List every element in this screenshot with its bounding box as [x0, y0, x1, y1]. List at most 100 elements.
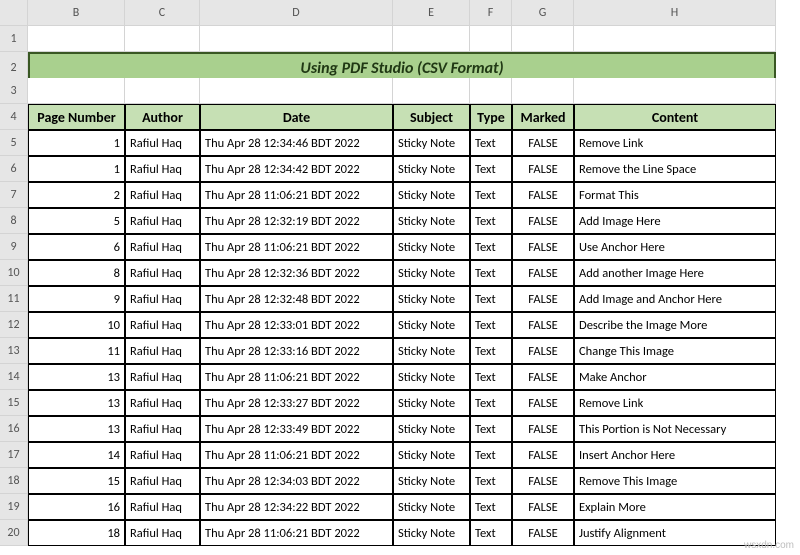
cell-marked[interactable]: FALSE: [512, 520, 574, 546]
cell-content[interactable]: Add Image Here: [574, 208, 776, 234]
cell-author[interactable]: Rafiul Haq: [125, 520, 200, 546]
cell-type[interactable]: Text: [470, 494, 512, 520]
cell-subject[interactable]: Sticky Note: [393, 156, 470, 182]
cell-page[interactable]: 14: [28, 442, 125, 468]
row-header-4[interactable]: 4: [0, 104, 28, 130]
cell-marked[interactable]: FALSE: [512, 364, 574, 390]
cell-page[interactable]: 13: [28, 416, 125, 442]
row-header-1[interactable]: 1: [0, 26, 28, 52]
cell-author[interactable]: Rafiul Haq: [125, 234, 200, 260]
cell-content[interactable]: Use Anchor Here: [574, 234, 776, 260]
cell-date[interactable]: Thu Apr 28 12:33:27 BDT 2022: [200, 390, 393, 416]
cell-page[interactable]: 8: [28, 260, 125, 286]
cell-page[interactable]: 5: [28, 208, 125, 234]
empty-cell[interactable]: [125, 78, 200, 104]
cell-marked[interactable]: FALSE: [512, 182, 574, 208]
cell-author[interactable]: Rafiul Haq: [125, 156, 200, 182]
row-header-19[interactable]: 19: [0, 494, 28, 520]
cell-content[interactable]: Remove Link: [574, 130, 776, 156]
cell-subject[interactable]: Sticky Note: [393, 130, 470, 156]
cell-author[interactable]: Rafiul Haq: [125, 416, 200, 442]
row-header-6[interactable]: 6: [0, 156, 28, 182]
cell-marked[interactable]: FALSE: [512, 208, 574, 234]
row-header-12[interactable]: 12: [0, 312, 28, 338]
row-header-10[interactable]: 10: [0, 260, 28, 286]
empty-cell[interactable]: [28, 26, 125, 52]
cell-marked[interactable]: FALSE: [512, 234, 574, 260]
cell-marked[interactable]: FALSE: [512, 390, 574, 416]
cell-date[interactable]: Thu Apr 28 12:33:49 BDT 2022: [200, 416, 393, 442]
cell-author[interactable]: Rafiul Haq: [125, 286, 200, 312]
cell-date[interactable]: Thu Apr 28 12:33:01 BDT 2022: [200, 312, 393, 338]
cell-marked[interactable]: FALSE: [512, 416, 574, 442]
empty-cell[interactable]: [200, 78, 393, 104]
cell-type[interactable]: Text: [470, 130, 512, 156]
cell-subject[interactable]: Sticky Note: [393, 416, 470, 442]
row-header-8[interactable]: 8: [0, 208, 28, 234]
cell-page[interactable]: 16: [28, 494, 125, 520]
cell-date[interactable]: Thu Apr 28 12:32:19 BDT 2022: [200, 208, 393, 234]
table-header-type[interactable]: Type: [470, 104, 512, 130]
cell-marked[interactable]: FALSE: [512, 156, 574, 182]
cell-content[interactable]: This Portion is Not Necessary: [574, 416, 776, 442]
cell-author[interactable]: Rafiul Haq: [125, 338, 200, 364]
cell-subject[interactable]: Sticky Note: [393, 260, 470, 286]
cell-page[interactable]: 10: [28, 312, 125, 338]
cell-marked[interactable]: FALSE: [512, 312, 574, 338]
cell-type[interactable]: Text: [470, 390, 512, 416]
select-all-corner[interactable]: [0, 0, 28, 26]
table-header-content[interactable]: Content: [574, 104, 776, 130]
cell-content[interactable]: Add another Image Here: [574, 260, 776, 286]
cell-date[interactable]: Thu Apr 28 12:34:42 BDT 2022: [200, 156, 393, 182]
cell-marked[interactable]: FALSE: [512, 286, 574, 312]
cell-type[interactable]: Text: [470, 260, 512, 286]
cell-date[interactable]: Thu Apr 28 11:06:21 BDT 2022: [200, 520, 393, 546]
cell-subject[interactable]: Sticky Note: [393, 338, 470, 364]
cell-type[interactable]: Text: [470, 338, 512, 364]
cell-page[interactable]: 15: [28, 468, 125, 494]
cell-type[interactable]: Text: [470, 520, 512, 546]
empty-cell[interactable]: [574, 78, 776, 104]
table-header-author[interactable]: Author: [125, 104, 200, 130]
column-header-H[interactable]: H: [574, 0, 776, 26]
cell-date[interactable]: Thu Apr 28 11:06:21 BDT 2022: [200, 442, 393, 468]
cell-date[interactable]: Thu Apr 28 12:32:48 BDT 2022: [200, 286, 393, 312]
cell-author[interactable]: Rafiul Haq: [125, 442, 200, 468]
empty-cell[interactable]: [470, 78, 512, 104]
cell-type[interactable]: Text: [470, 364, 512, 390]
cell-page[interactable]: 18: [28, 520, 125, 546]
cell-type[interactable]: Text: [470, 416, 512, 442]
cell-page[interactable]: 13: [28, 390, 125, 416]
cell-type[interactable]: Text: [470, 182, 512, 208]
cell-type[interactable]: Text: [470, 286, 512, 312]
cell-date[interactable]: Thu Apr 28 11:06:21 BDT 2022: [200, 364, 393, 390]
cell-marked[interactable]: FALSE: [512, 442, 574, 468]
cell-author[interactable]: Rafiul Haq: [125, 182, 200, 208]
empty-cell[interactable]: [470, 26, 512, 52]
cell-content[interactable]: Format This: [574, 182, 776, 208]
cell-author[interactable]: Rafiul Haq: [125, 494, 200, 520]
cell-page[interactable]: 2: [28, 182, 125, 208]
cell-date[interactable]: Thu Apr 28 11:06:21 BDT 2022: [200, 182, 393, 208]
row-header-20[interactable]: 20: [0, 520, 28, 546]
cell-date[interactable]: Thu Apr 28 12:32:36 BDT 2022: [200, 260, 393, 286]
row-header-5[interactable]: 5: [0, 130, 28, 156]
cell-content[interactable]: Make Anchor: [574, 364, 776, 390]
cell-subject[interactable]: Sticky Note: [393, 312, 470, 338]
cell-subject[interactable]: Sticky Note: [393, 390, 470, 416]
cell-type[interactable]: Text: [470, 442, 512, 468]
row-header-17[interactable]: 17: [0, 442, 28, 468]
cell-page[interactable]: 9: [28, 286, 125, 312]
cell-author[interactable]: Rafiul Haq: [125, 468, 200, 494]
cell-author[interactable]: Rafiul Haq: [125, 130, 200, 156]
cell-type[interactable]: Text: [470, 156, 512, 182]
row-header-9[interactable]: 9: [0, 234, 28, 260]
row-header-15[interactable]: 15: [0, 390, 28, 416]
table-header-page-number[interactable]: Page Number: [28, 104, 125, 130]
empty-cell[interactable]: [393, 78, 470, 104]
column-header-B[interactable]: B: [28, 0, 125, 26]
empty-cell[interactable]: [28, 78, 125, 104]
row-header-3[interactable]: 3: [0, 78, 28, 104]
empty-cell[interactable]: [125, 26, 200, 52]
column-header-F[interactable]: F: [470, 0, 512, 26]
